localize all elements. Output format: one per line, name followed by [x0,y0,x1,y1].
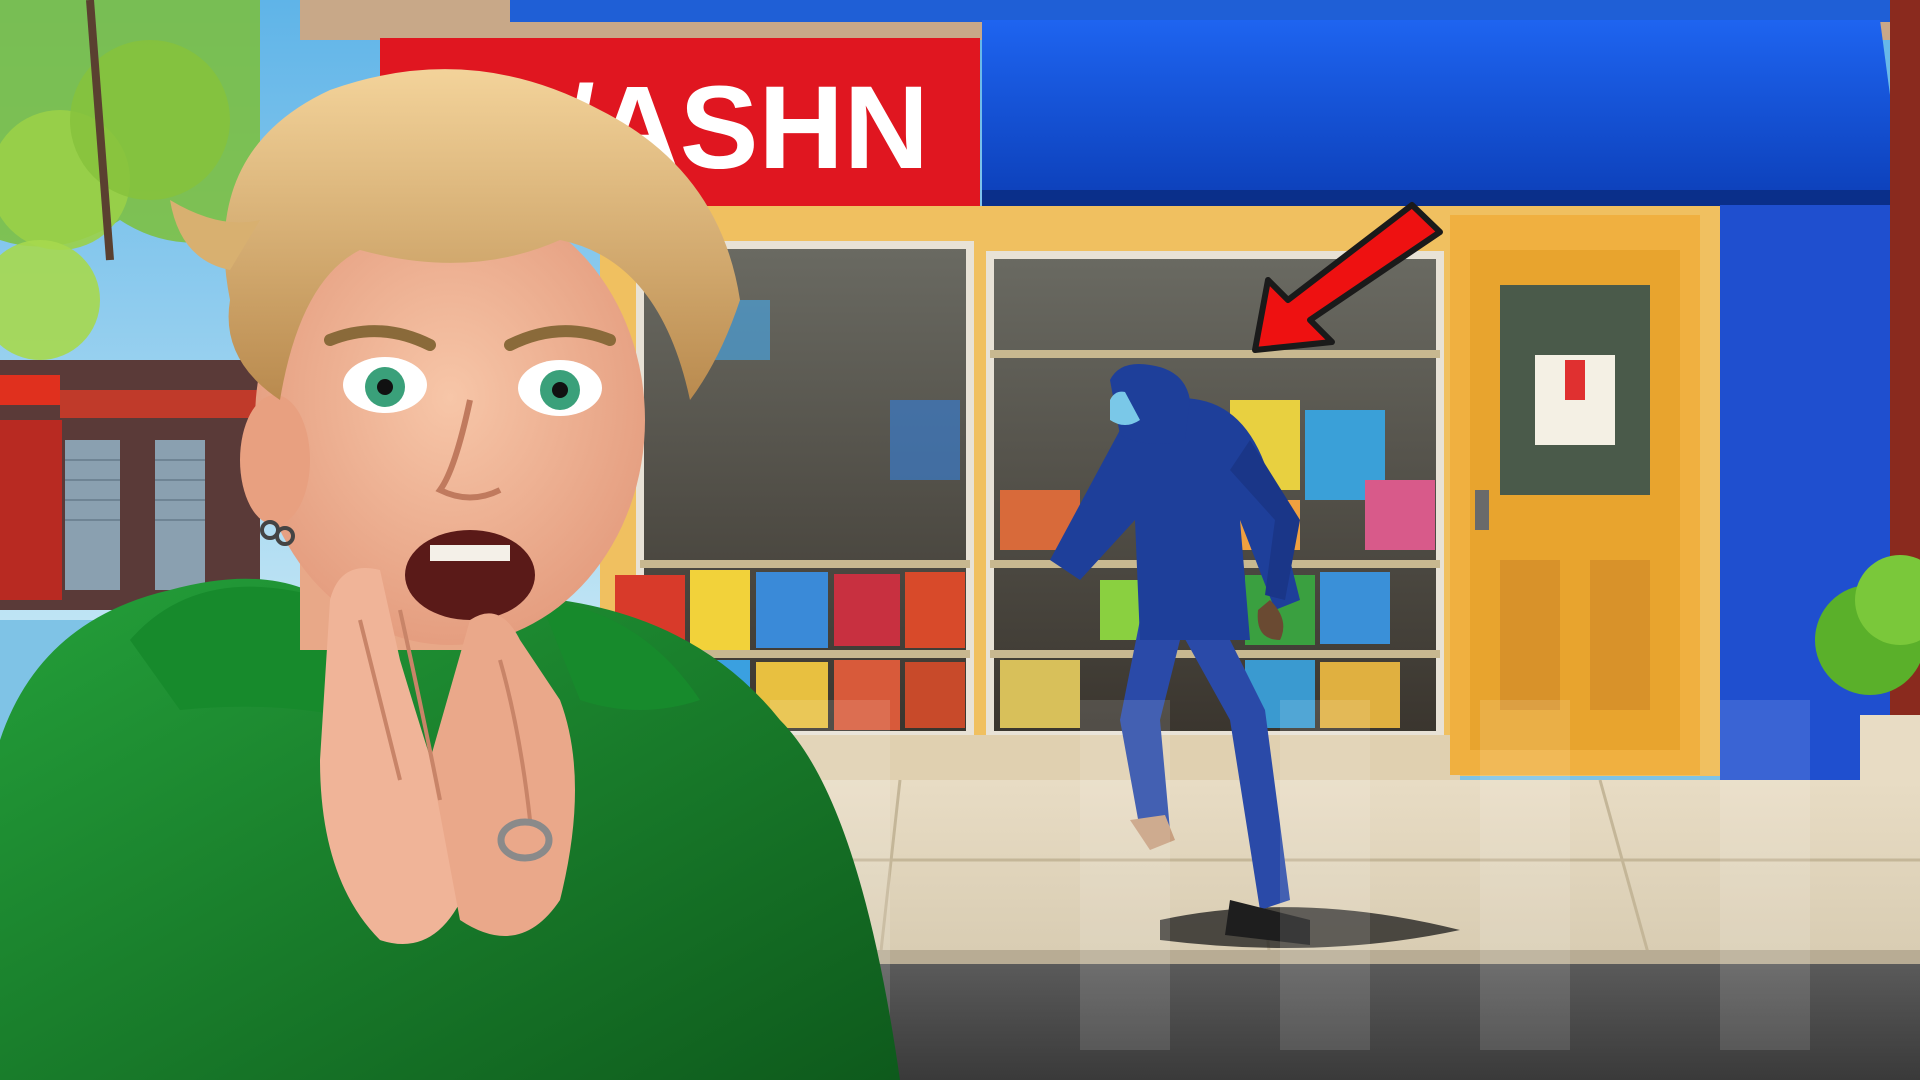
shop-door [1450,215,1700,775]
thumbnail-scene: O/ASHN [0,0,1920,1080]
awning [982,20,1900,216]
thumbnail-illustration: O/ASHN [0,0,1920,1080]
left-building [0,360,260,610]
